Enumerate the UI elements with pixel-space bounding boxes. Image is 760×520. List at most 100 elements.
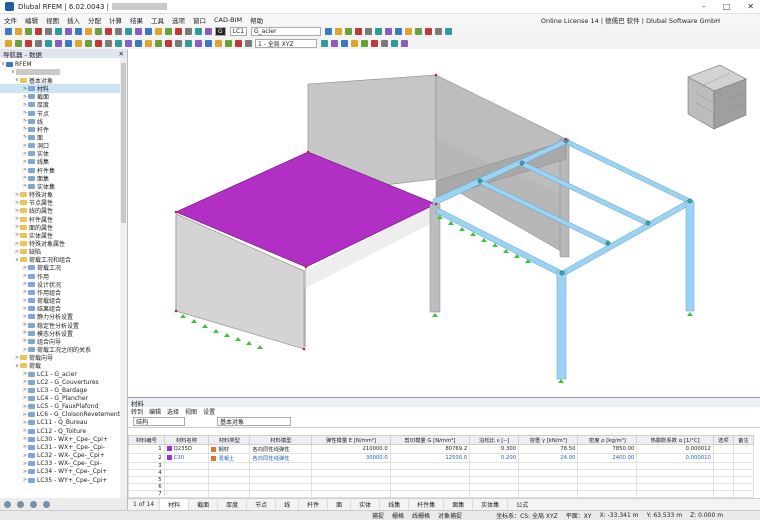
toolbar-icon[interactable]	[114, 39, 122, 47]
cell-empty[interactable]	[208, 462, 251, 470]
cell-empty[interactable]	[311, 476, 391, 484]
table-tab[interactable]: 节点	[246, 498, 275, 511]
tree-item[interactable]: > 截面	[0, 93, 120, 101]
toolbar-icon[interactable]	[234, 39, 242, 47]
tree-item[interactable]: > 实体	[0, 150, 120, 158]
toolbar-icon[interactable]	[114, 27, 122, 35]
toolbar-icon[interactable]	[154, 39, 162, 47]
tree-item[interactable]: > 杆件属性	[0, 215, 120, 223]
cell-alpha[interactable]: 0.000010	[636, 453, 714, 463]
tree-item[interactable]: > 面	[0, 133, 120, 141]
toolbar-icon[interactable]	[84, 27, 92, 35]
toolbar-icon[interactable]	[434, 27, 442, 35]
tree-item[interactable]: > LC30 - WX+_Cpe-_Cpi+	[0, 435, 120, 443]
filter-dropdown-2[interactable]: 基本对象	[217, 417, 291, 426]
tree-item[interactable]: > 杆件	[0, 125, 120, 133]
toolbar-icon[interactable]	[184, 39, 192, 47]
toolbar-icon[interactable]	[44, 27, 52, 35]
display-tab-icon[interactable]	[17, 500, 24, 508]
cell-comment[interactable]	[732, 444, 755, 454]
toolbar-icon[interactable]	[390, 39, 398, 47]
cell-alpha[interactable]: 0.000012	[636, 444, 714, 454]
toolbar-icon[interactable]	[134, 39, 142, 47]
tree-item[interactable]: > 线的属性	[0, 207, 120, 215]
tree-item[interactable]: > 实体集	[0, 182, 120, 190]
toolbar-icon[interactable]	[104, 27, 112, 35]
menu-item[interactable]: 编辑	[21, 15, 42, 25]
cell-empty[interactable]	[732, 476, 755, 484]
cell-empty[interactable]	[249, 490, 313, 498]
tree-item[interactable]: > 荷载组合	[0, 297, 120, 305]
cell-empty[interactable]	[712, 469, 734, 477]
table-tab[interactable]: 材料	[159, 498, 189, 511]
toolbar-icon[interactable]	[324, 27, 332, 35]
cell-model[interactable]: 各向同性线弹性	[249, 453, 313, 463]
menu-item[interactable]: 选项	[168, 15, 189, 25]
toolbar-icon[interactable]	[34, 39, 42, 47]
snap-toggle[interactable]: 对象捕捉	[434, 511, 466, 520]
toolbar-icon[interactable]	[424, 27, 432, 35]
cell-empty[interactable]	[311, 490, 391, 498]
tree-item[interactable]: > 线集	[0, 158, 120, 166]
table-row-empty[interactable]: 4	[128, 469, 755, 477]
tree-item[interactable]: > LC4 - G_Plancher	[0, 394, 120, 402]
cell-empty[interactable]	[389, 490, 471, 498]
cell-name[interactable]: Q235D	[163, 444, 210, 454]
table-tab[interactable]: 面	[327, 498, 350, 511]
table-tab[interactable]: 厚度	[217, 498, 246, 511]
toolbar-icon[interactable]	[54, 27, 62, 35]
toolbar-icon[interactable]	[400, 39, 408, 47]
toolbar-icon[interactable]	[104, 39, 112, 47]
tree-item[interactable]: > LC2 - G_Couvertures	[0, 378, 120, 386]
toolbar-icon[interactable]	[144, 27, 152, 35]
tree-item[interactable]: > 厚度	[0, 101, 120, 109]
cell-empty[interactable]	[389, 483, 471, 491]
toolbar-icon[interactable]	[94, 27, 102, 35]
table-row-empty[interactable]: 7	[128, 490, 755, 498]
cell-empty[interactable]	[249, 469, 313, 477]
toolbar-icon[interactable]	[124, 27, 132, 35]
table-tab[interactable]: 实体	[350, 498, 379, 511]
cell-empty[interactable]	[518, 469, 579, 477]
table-tab[interactable]: 公式	[507, 498, 536, 511]
menu-item[interactable]: 分配	[84, 15, 105, 25]
tree-item[interactable]: > LC33 - WX-_Cpe-_Cpi-	[0, 460, 120, 468]
toolbar-icon[interactable]	[4, 27, 12, 35]
tree-item[interactable]: > LC32 - WX-_Cpe-_Cpi+	[0, 452, 120, 460]
toolbar-icon[interactable]	[444, 27, 452, 35]
cell-G[interactable]: 80769.2	[389, 444, 471, 454]
table-row[interactable]: 1 Q235D 钢材 各向同性线弹性 210000.0 80769.2 0.300 78.50…	[128, 444, 755, 454]
cell-name[interactable]: C30	[163, 453, 210, 463]
menu-item[interactable]: 计算	[105, 15, 126, 25]
cell-empty[interactable]	[163, 469, 210, 477]
toolbar-icon[interactable]	[124, 39, 132, 47]
cell-empty[interactable]	[249, 476, 313, 484]
menu-item[interactable]: 视图	[42, 15, 63, 25]
menu-item[interactable]: CAD-BIM	[210, 16, 246, 24]
menu-item[interactable]: 插入	[63, 15, 84, 25]
toolbar-icon[interactable]	[164, 27, 172, 35]
toolbar-icon[interactable]	[344, 27, 352, 35]
cell-empty[interactable]	[712, 476, 734, 484]
tree-item[interactable]: > 面的属性	[0, 223, 120, 231]
expand-toggle-icon[interactable]: >	[22, 412, 28, 418]
close-icon[interactable]: ✕	[119, 50, 124, 58]
toolbar-icon[interactable]	[84, 39, 92, 47]
cell-empty[interactable]	[163, 476, 210, 484]
tree-item[interactable]: > 节点属性	[0, 199, 120, 207]
cell-model[interactable]: 各向同性线弹性	[249, 444, 313, 454]
toolbar-icon[interactable]	[174, 39, 182, 47]
tree-item[interactable]: > 作用组合	[0, 288, 120, 296]
toolbar-icon[interactable]	[134, 27, 142, 35]
filter-dropdown-1[interactable]: 结构	[133, 417, 185, 426]
menu-item[interactable]: 帮助	[246, 15, 267, 25]
cell-empty[interactable]	[712, 483, 734, 491]
toolbar-icon[interactable]	[414, 27, 422, 35]
cell-G[interactable]: 12500.0	[389, 453, 471, 463]
toolbar-icon[interactable]	[350, 39, 358, 47]
minimize-icon[interactable]: –	[702, 2, 706, 11]
close-icon[interactable]: ✕	[747, 2, 754, 11]
toolbar-icon[interactable]	[194, 27, 202, 35]
toolbar-icon[interactable]	[64, 39, 72, 47]
tree-item[interactable]: > LC35 - WY+_Cpe-_Cpi+	[0, 476, 120, 484]
